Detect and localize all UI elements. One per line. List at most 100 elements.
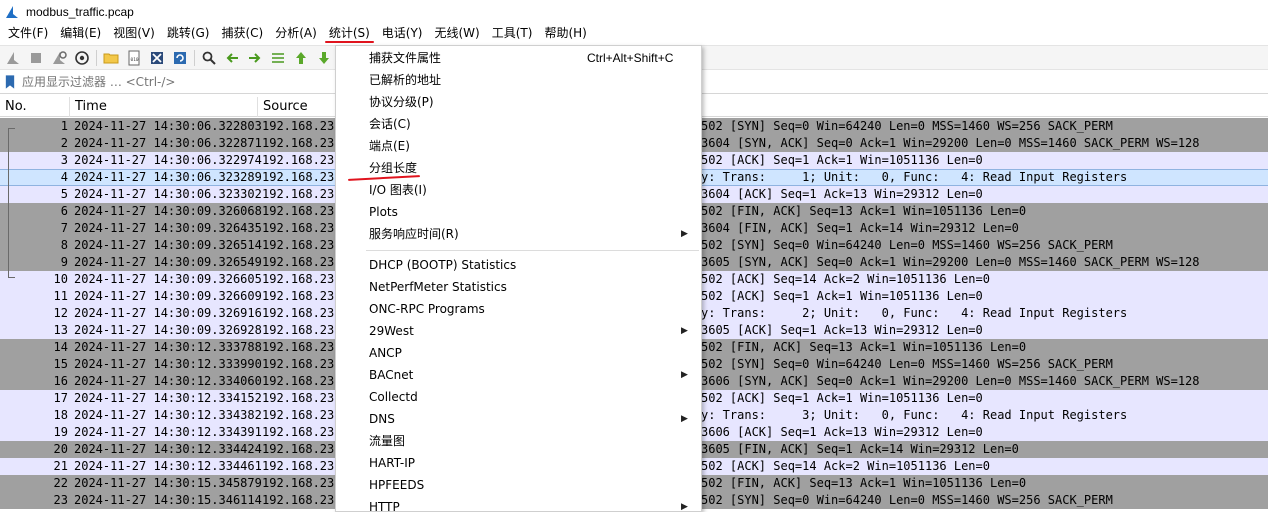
packet-source: 192.168.239 bbox=[262, 119, 342, 133]
open-folder-icon[interactable] bbox=[102, 49, 120, 67]
stop-icon[interactable] bbox=[27, 49, 45, 67]
statistics-menu-item[interactable]: 捕获文件属性 Ctrl+Alt+Shift+C bbox=[336, 47, 701, 69]
menu-6[interactable]: 统计(S) bbox=[323, 23, 376, 44]
packet-source: 192.168.239 bbox=[262, 238, 342, 252]
toolbar-separator bbox=[194, 49, 195, 66]
menu-separator bbox=[366, 250, 699, 251]
statistics-menu-item[interactable]: 流量图 bbox=[336, 430, 701, 452]
packet-info: 502 [SYN] Seq=0 Win=64240 Len=0 MSS=1460… bbox=[701, 357, 1113, 371]
menu-item-label: HART-IP bbox=[369, 456, 416, 470]
statistics-menu-item[interactable]: DNS ▶ bbox=[336, 408, 701, 430]
packet-no: 16 bbox=[53, 374, 68, 388]
statistics-menu-item[interactable]: ONC-RPC Programs bbox=[336, 298, 701, 320]
menu-0[interactable]: 文件(F) bbox=[2, 23, 54, 44]
statistics-menu-item[interactable]: 服务响应时间(R) ▶ bbox=[336, 223, 701, 245]
packet-time: 2024-11-27 14:30:12.334152 bbox=[74, 391, 262, 405]
display-filter-input[interactable] bbox=[22, 74, 322, 89]
go-to-packet-icon[interactable] bbox=[269, 49, 287, 67]
menu-item-label: 流量图 bbox=[369, 434, 406, 448]
statistics-menu-item[interactable]: 分组长度 bbox=[336, 157, 701, 179]
statistics-menu-item[interactable]: HPFEEDS bbox=[336, 474, 701, 496]
menu-item-label: DHCP (BOOTP) Statistics bbox=[369, 258, 517, 272]
packet-time: 2024-11-27 14:30:09.326435 bbox=[74, 221, 262, 235]
menu-10[interactable]: 帮助(H) bbox=[538, 23, 592, 44]
statistics-menu-item[interactable]: HART-IP bbox=[336, 452, 701, 474]
menu-item-label: Collectd bbox=[369, 390, 418, 404]
menu-9[interactable]: 工具(T) bbox=[486, 23, 539, 44]
menu-item-label: BACnet bbox=[369, 368, 414, 382]
back-arrow-icon[interactable] bbox=[223, 49, 241, 67]
shark-start-icon[interactable] bbox=[4, 49, 22, 67]
packet-no: 11 bbox=[53, 289, 68, 303]
statistics-menu-item[interactable]: 协议分级(P) bbox=[336, 91, 701, 113]
statistics-menu-item[interactable]: ANCP bbox=[336, 342, 701, 364]
statistics-menu-item[interactable]: HTTP ▶ bbox=[336, 496, 701, 512]
column-header-source[interactable]: Source bbox=[258, 97, 338, 117]
packet-no: 21 bbox=[53, 459, 68, 473]
packet-source: 192.168.239 bbox=[262, 306, 342, 320]
packet-time: 2024-11-27 14:30:12.334060 bbox=[74, 374, 262, 388]
menu-7[interactable]: 电话(Y) bbox=[376, 23, 429, 44]
packet-time: 2024-11-27 14:30:09.326609 bbox=[74, 289, 262, 303]
options-gear-icon[interactable] bbox=[73, 49, 91, 67]
menu-1[interactable]: 编辑(E) bbox=[54, 23, 107, 44]
packet-time: 2024-11-27 14:30:06.323289 bbox=[74, 170, 262, 184]
packet-info: 3606 [SYN, ACK] Seq=0 Ack=1 Win=29200 Le… bbox=[701, 374, 1200, 388]
menu-2[interactable]: 视图(V) bbox=[107, 23, 161, 44]
reload-icon[interactable] bbox=[171, 49, 189, 67]
statistics-menu-item[interactable]: Collectd bbox=[336, 386, 701, 408]
last-packet-icon[interactable] bbox=[315, 49, 333, 67]
restart-icon[interactable] bbox=[50, 49, 68, 67]
packet-info: 502 [ACK] Seq=1 Ack=1 Win=1051136 Len=0 bbox=[701, 289, 983, 303]
menu-8[interactable]: 无线(W) bbox=[429, 23, 486, 44]
statistics-menu-item[interactable]: 29West ▶ bbox=[336, 320, 701, 342]
menu-item-label: HTTP bbox=[369, 500, 400, 512]
packet-no: 15 bbox=[53, 357, 68, 371]
bookmark-icon[interactable] bbox=[4, 73, 16, 91]
menu-item-label: NetPerfMeter Statistics bbox=[369, 280, 507, 294]
statistics-menu-item[interactable]: DHCP (BOOTP) Statistics bbox=[336, 254, 701, 276]
chevron-right-icon: ▶ bbox=[681, 326, 688, 336]
statistics-menu-item[interactable]: BACnet ▶ bbox=[336, 364, 701, 386]
packet-time: 2024-11-27 14:30:12.334424 bbox=[74, 442, 262, 456]
column-header-time[interactable]: Time bbox=[70, 97, 258, 117]
packet-source: 192.168.239 bbox=[262, 204, 342, 218]
packet-time: 2024-11-27 14:30:12.334461 bbox=[74, 459, 262, 473]
packet-info: 502 [FIN, ACK] Seq=13 Ack=1 Win=1051136 … bbox=[701, 204, 1027, 218]
find-icon[interactable] bbox=[200, 49, 218, 67]
menu-4[interactable]: 捕获(C) bbox=[215, 23, 269, 44]
packet-no: 20 bbox=[53, 442, 68, 456]
toolbar-separator bbox=[96, 49, 97, 66]
column-header-no[interactable]: No. bbox=[0, 97, 70, 117]
close-file-icon[interactable] bbox=[148, 49, 166, 67]
packet-time: 2024-11-27 14:30:09.326928 bbox=[74, 323, 262, 337]
statistics-menu-item[interactable]: Plots bbox=[336, 201, 701, 223]
menu-item-label: 分组长度 bbox=[369, 161, 418, 175]
menu-item-label: 已解析的地址 bbox=[369, 73, 442, 87]
packet-source: 192.168.239 bbox=[262, 459, 342, 473]
packet-info: 502 [SYN] Seq=0 Win=64240 Len=0 MSS=1460… bbox=[701, 238, 1113, 252]
packet-no: 17 bbox=[53, 391, 68, 405]
menu-item-label: 29West bbox=[369, 324, 414, 338]
statistics-menu-item[interactable]: NetPerfMeter Statistics bbox=[336, 276, 701, 298]
save-file-icon[interactable]: 010 bbox=[125, 49, 143, 67]
statistics-menu: 捕获文件属性 Ctrl+Alt+Shift+C 已解析的地址协议分级(P) 会话(C)… bbox=[335, 45, 702, 512]
statistics-menu-item[interactable]: 已解析的地址 bbox=[336, 69, 701, 91]
packet-time: 2024-11-27 14:30:09.326605 bbox=[74, 272, 262, 286]
packet-time: 2024-11-27 14:30:06.322974 bbox=[74, 153, 262, 167]
statistics-menu-item[interactable]: 端点(E) bbox=[336, 135, 701, 157]
packet-source: 192.168.239 bbox=[262, 340, 342, 354]
statistics-menu-item[interactable]: 会话(C) bbox=[336, 113, 701, 135]
packet-time: 2024-11-27 14:30:06.323302 bbox=[74, 187, 262, 201]
packet-source: 192.168.239 bbox=[262, 289, 342, 303]
title-bar: modbus_traffic.pcap bbox=[0, 0, 1268, 23]
menu-item-label: 捕获文件属性 bbox=[369, 51, 442, 65]
packet-source: 192.168.239 bbox=[262, 391, 342, 405]
statistics-menu-item[interactable]: I/O 图表(I) bbox=[336, 179, 701, 201]
menu-3[interactable]: 跳转(G) bbox=[161, 23, 216, 44]
first-packet-icon[interactable] bbox=[292, 49, 310, 67]
menu-5[interactable]: 分析(A) bbox=[269, 23, 323, 44]
forward-arrow-icon[interactable] bbox=[246, 49, 264, 67]
menu-item-label: Plots bbox=[369, 205, 398, 219]
packet-info: 502 [FIN, ACK] Seq=13 Ack=1 Win=1051136 … bbox=[701, 340, 1027, 354]
